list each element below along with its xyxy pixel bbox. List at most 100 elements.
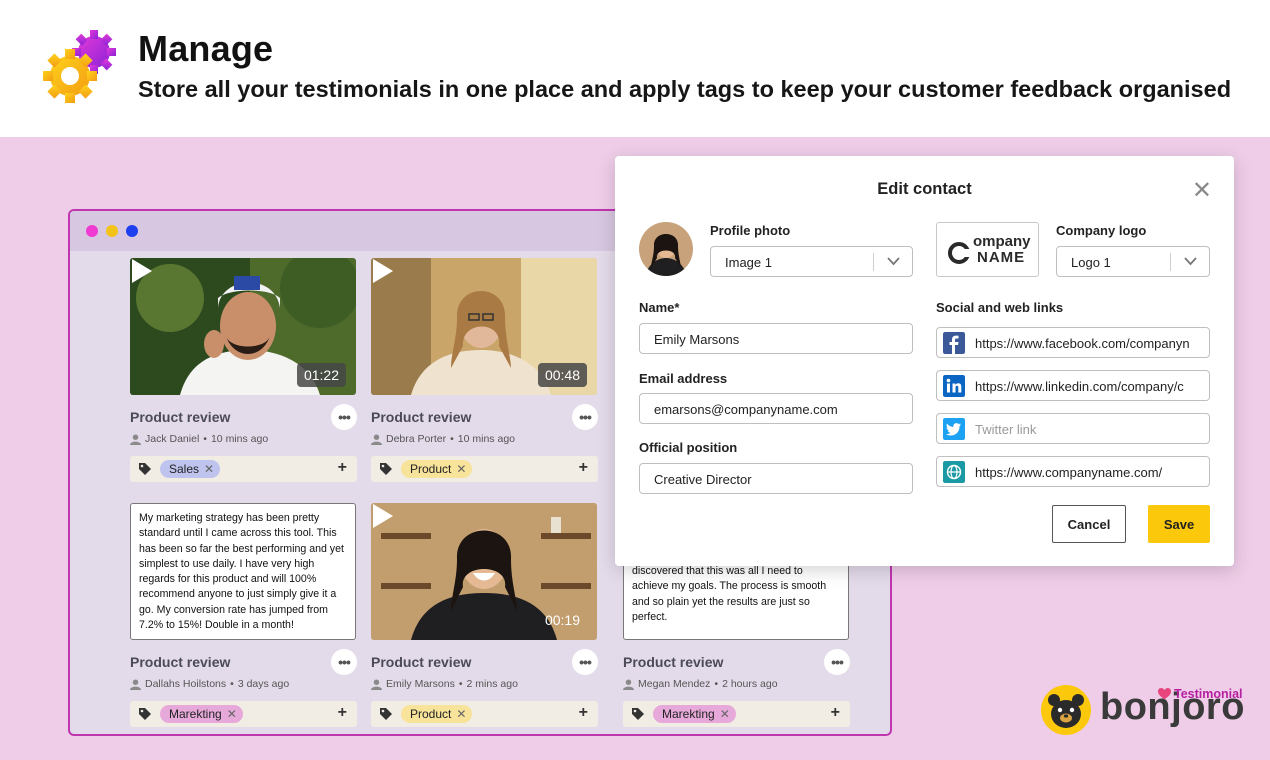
- profile-photo-value: Image 1: [725, 255, 772, 270]
- bear-icon: [1041, 685, 1091, 735]
- edit-contact-modal: Edit contact ✕ Profile photo Image 1 omp…: [615, 156, 1234, 566]
- tag-chip[interactable]: Sales ✕: [160, 460, 221, 478]
- meta-separator: •: [458, 678, 463, 690]
- tag-bar: Sales ✕ +: [130, 456, 357, 482]
- page-subtitle: Store all your testimonials in one place…: [138, 76, 1232, 102]
- meta-separator: •: [714, 678, 719, 690]
- card-title: Product review: [371, 654, 472, 670]
- tag-chip[interactable]: Marekting ✕: [160, 705, 243, 723]
- remove-tag-icon[interactable]: ✕: [720, 707, 730, 721]
- company-logo-label: Company logo: [1056, 223, 1147, 238]
- window-minimize-dot[interactable]: [106, 225, 118, 237]
- card-author: Emily Marsons: [386, 678, 455, 690]
- video-thumbnail[interactable]: 00:48: [371, 258, 597, 395]
- more-options-button[interactable]: •••: [331, 649, 357, 675]
- avatar: [639, 222, 693, 276]
- tag-bar: Product ✕ +: [371, 701, 598, 727]
- play-icon[interactable]: [371, 258, 395, 284]
- testimonial-card[interactable]: 01:22 Product review ••• Jack Daniel • 1…: [130, 258, 357, 482]
- card-meta: Jack Daniel • 10 mins ago: [130, 433, 268, 445]
- brand-product-label: Testimonial: [1174, 687, 1243, 701]
- tag-label: Sales: [169, 462, 200, 476]
- card-title: Product review: [130, 654, 231, 670]
- add-tag-button[interactable]: +: [579, 704, 588, 722]
- linkedin-icon: [943, 375, 965, 397]
- modal-title: Edit contact: [877, 180, 972, 198]
- card-author: Debra Porter: [386, 433, 447, 445]
- add-tag-button[interactable]: +: [338, 459, 347, 477]
- more-options-button[interactable]: •••: [572, 404, 598, 430]
- more-options-button[interactable]: •••: [824, 649, 850, 675]
- tag-icon: [139, 463, 151, 475]
- remove-tag-icon[interactable]: ✕: [227, 707, 237, 721]
- linkedin-link-value: https://www.linkedin.com/company/c: [975, 379, 1184, 394]
- play-icon[interactable]: [130, 258, 154, 284]
- save-button[interactable]: Save: [1148, 505, 1210, 543]
- card-author: Jack Daniel: [145, 433, 200, 445]
- hero-header: Manage Store all your testimonials in on…: [0, 0, 1270, 137]
- remove-tag-icon[interactable]: ✕: [204, 462, 214, 476]
- play-icon[interactable]: [371, 503, 395, 529]
- testimonial-card[interactable]: 00:48 Product review ••• Debra Porter • …: [371, 258, 598, 482]
- card-title: Product review: [623, 654, 724, 670]
- tag-icon: [139, 708, 151, 720]
- testimonial-card[interactable]: My marketing strategy has been pretty st…: [130, 503, 357, 727]
- select-divider: [1170, 253, 1171, 271]
- website-link-value: https://www.companyname.com/: [975, 465, 1163, 480]
- add-tag-button[interactable]: +: [579, 459, 588, 477]
- company-logo-select[interactable]: Logo 1: [1056, 246, 1210, 277]
- facebook-link-value: https://www.facebook.com/companyn: [975, 336, 1190, 351]
- card-time: 2 hours ago: [722, 678, 778, 690]
- testimonial-text-content: discovered that this was all I need to a…: [632, 565, 827, 623]
- card-time: 10 mins ago: [457, 433, 515, 445]
- email-field[interactable]: emarsons@companyname.com: [639, 393, 913, 424]
- company-logo-preview: ompany NAME: [936, 222, 1039, 277]
- logo-text-bottom: NAME: [977, 249, 1026, 266]
- profile-photo-select[interactable]: Image 1: [710, 246, 913, 277]
- tag-bar: Marekting ✕ +: [130, 701, 357, 727]
- close-icon[interactable]: ✕: [1192, 176, 1212, 205]
- meta-separator: •: [230, 678, 234, 690]
- position-field[interactable]: Creative Director: [639, 463, 913, 494]
- video-thumbnail[interactable]: 00:19: [371, 503, 597, 640]
- tag-chip[interactable]: Product ✕: [401, 705, 473, 723]
- linkedin-link-field[interactable]: https://www.linkedin.com/company/c: [936, 370, 1210, 401]
- name-field[interactable]: Emily Marsons: [639, 323, 913, 354]
- tag-label: Product: [410, 707, 452, 721]
- window-close-dot[interactable]: [86, 225, 98, 237]
- more-options-button[interactable]: •••: [331, 404, 357, 430]
- remove-tag-icon[interactable]: ✕: [456, 462, 466, 476]
- cancel-button[interactable]: Cancel: [1052, 505, 1126, 543]
- facebook-link-field[interactable]: https://www.facebook.com/companyn: [936, 327, 1210, 358]
- name-label: Name*: [639, 300, 680, 315]
- twitter-link-placeholder: Twitter link: [975, 422, 1037, 437]
- page-title: Manage: [138, 28, 274, 69]
- tag-bar: Marekting ✕ +: [623, 701, 850, 727]
- email-label: Email address: [639, 371, 728, 386]
- testimonial-card[interactable]: 00:19 Product review ••• Emily Marsons •…: [371, 503, 598, 727]
- heart-icon: [1158, 688, 1171, 700]
- more-options-button[interactable]: •••: [572, 649, 598, 675]
- video-thumbnail[interactable]: 01:22: [130, 258, 356, 395]
- facebook-icon: [943, 332, 965, 354]
- video-duration: 00:19: [544, 612, 580, 628]
- twitter-link-field[interactable]: Twitter link: [936, 413, 1210, 444]
- tag-chip[interactable]: Marekting ✕: [653, 705, 736, 723]
- card-meta: Megan Mendez • 2 hours ago: [623, 678, 778, 690]
- card-title: Product review: [130, 409, 231, 425]
- website-link-field[interactable]: https://www.companyname.com/: [936, 456, 1210, 487]
- gears-icon: [43, 30, 116, 103]
- add-tag-button[interactable]: +: [831, 704, 840, 722]
- card-meta: Dallahs Hoilstons • 3 days ago: [130, 678, 289, 690]
- add-tag-button[interactable]: +: [338, 704, 347, 722]
- tag-icon: [380, 463, 392, 475]
- tag-label: Product: [410, 462, 452, 476]
- tag-chip[interactable]: Product ✕: [401, 460, 473, 478]
- position-label: Official position: [639, 440, 738, 455]
- window-maximize-dot[interactable]: [126, 225, 138, 237]
- video-duration: 00:48: [537, 363, 587, 387]
- user-icon: [371, 433, 382, 445]
- remove-tag-icon[interactable]: ✕: [456, 707, 466, 721]
- select-divider: [873, 253, 874, 271]
- video-duration: 01:22: [296, 363, 346, 387]
